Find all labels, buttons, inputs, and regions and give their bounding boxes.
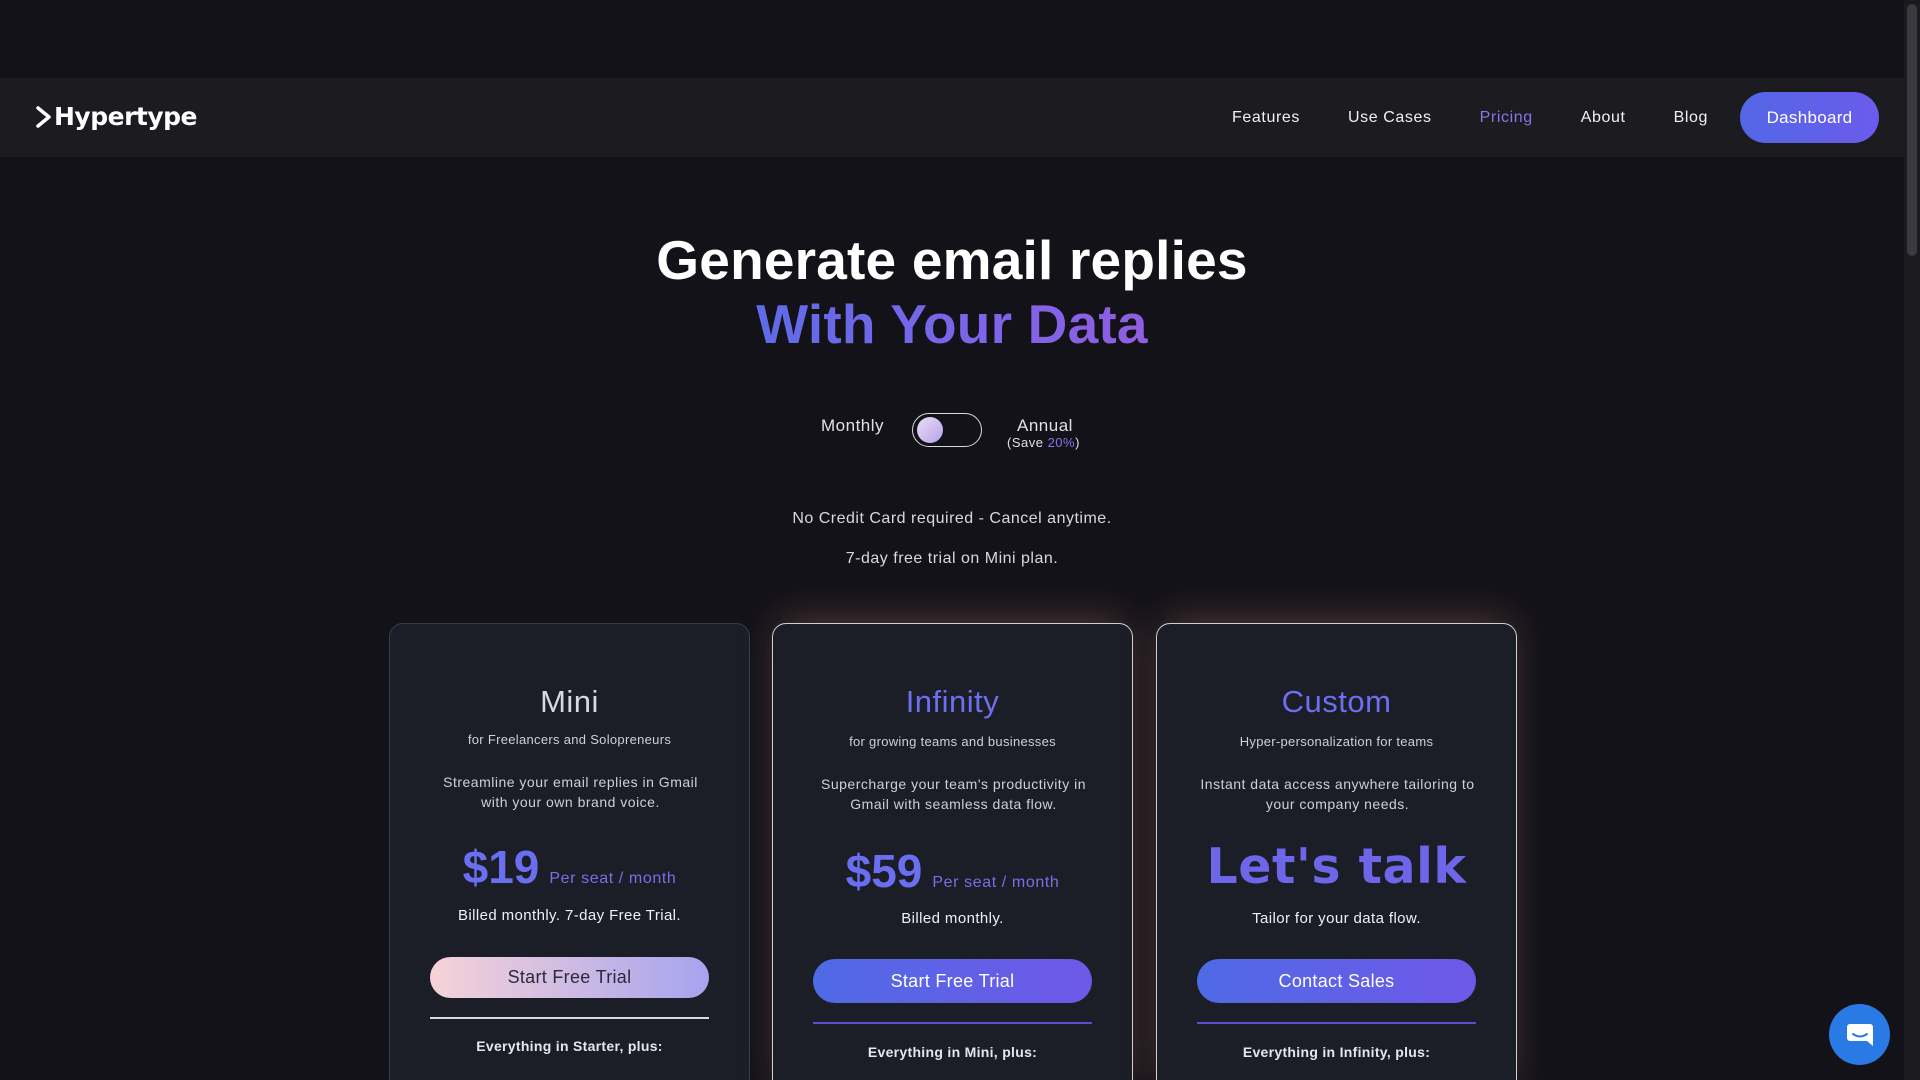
navbar: Hypertype Features Use Cases Pricing Abo… xyxy=(0,78,1904,157)
hero-subtitle-text: With Your Data xyxy=(756,293,1148,355)
chevron-right-icon xyxy=(36,105,51,128)
billing-annual-label[interactable]: Annual xyxy=(1017,416,1073,436)
plan-name: Custom xyxy=(1281,684,1392,719)
plan-price: Let's talk xyxy=(1206,838,1467,895)
billing-toggle[interactable] xyxy=(912,413,982,447)
save-suffix: ) xyxy=(1075,435,1080,450)
plan-audience: Hyper-personalization for teams xyxy=(1239,734,1434,749)
includes-heading: Everything in Starter, plus: xyxy=(476,1038,663,1054)
start-free-trial-button[interactable]: Start Free Trial xyxy=(430,957,709,998)
plan-description: Supercharge your team's productivity in … xyxy=(821,776,1086,812)
chat-bubble-icon xyxy=(1846,1023,1873,1046)
billing-save-note: (Save 20%) xyxy=(1007,435,1080,450)
plan-name: Mini xyxy=(540,684,599,719)
toggle-knob xyxy=(917,417,943,443)
free-trial-note: 7-day free trial on Mini plan. xyxy=(845,550,1059,567)
billing-toggle-group: Monthly Annual (Save 20%) xyxy=(0,410,1904,470)
billing-info: Tailor for your data flow. xyxy=(1252,910,1421,927)
nav-link-pricing[interactable]: Pricing xyxy=(1480,109,1533,127)
dashboard-button[interactable]: Dashboard xyxy=(1740,92,1879,143)
billing-monthly-label[interactable]: Monthly xyxy=(821,416,884,436)
plan-card-mini: Mini for Freelancers and Solopreneurs St… xyxy=(389,623,750,1080)
divider xyxy=(430,1017,709,1019)
plan-card-infinity: Infinity for growing teams and businesse… xyxy=(772,623,1133,1080)
plan-name: Infinity xyxy=(905,684,1000,719)
price-unit: Per seat / month xyxy=(932,874,1060,891)
nav-link-blog[interactable]: Blog xyxy=(1674,109,1708,127)
nav-link-about[interactable]: About xyxy=(1581,109,1626,127)
includes-heading: Everything in Infinity, plus: xyxy=(1242,1044,1431,1060)
plan-description: Streamline your email replies in Gmail w… xyxy=(443,774,698,810)
hero-title: Generate email replies xyxy=(656,229,1248,291)
pricing-page: Hypertype Features Use Cases Pricing Abo… xyxy=(0,0,1920,1080)
price-row: $59 Per seat / month xyxy=(773,844,1132,898)
scrollbar[interactable] xyxy=(1904,0,1920,1080)
plan-audience: for growing teams and businesses xyxy=(849,734,1056,749)
price-row: $19 Per seat / month xyxy=(390,840,749,894)
logo-text: Hypertype xyxy=(54,102,198,131)
no-credit-card-note: No Credit Card required - Cancel anytime… xyxy=(792,510,1112,527)
logo[interactable]: Hypertype xyxy=(36,102,198,131)
divider xyxy=(1197,1022,1476,1024)
nav-link-features[interactable]: Features xyxy=(1232,109,1300,127)
start-free-trial-button[interactable]: Start Free Trial xyxy=(813,959,1092,1003)
divider xyxy=(813,1022,1092,1024)
scrollbar-thumb[interactable] xyxy=(1907,4,1917,256)
billing-info: Billed monthly. 7-day Free Trial. xyxy=(457,907,681,924)
nav-link-use-cases[interactable]: Use Cases xyxy=(1348,109,1432,127)
includes-heading: Everything in Mini, plus: xyxy=(867,1044,1038,1060)
billing-info: Billed monthly. xyxy=(901,910,1004,927)
save-prefix: (Save xyxy=(1007,435,1048,450)
price-unit: Per seat / month xyxy=(549,870,677,887)
contact-sales-button[interactable]: Contact Sales xyxy=(1197,959,1476,1003)
price-row: Let's talk xyxy=(1157,838,1516,895)
hero-subtitle: With Your Data xyxy=(0,292,1904,356)
plan-price: $19 xyxy=(462,841,540,893)
plan-audience: for Freelancers and Solopreneurs xyxy=(467,732,672,747)
plan-price: $59 xyxy=(845,845,923,897)
plan-card-custom: Custom Hyper-personalization for teams I… xyxy=(1156,623,1517,1080)
chat-button[interactable] xyxy=(1829,1004,1890,1065)
plan-description: Instant data access anywhere tailoring t… xyxy=(1200,776,1475,812)
save-value: 20% xyxy=(1047,435,1076,450)
nav-links: Features Use Cases Pricing About Blog Da… xyxy=(1232,78,1904,157)
